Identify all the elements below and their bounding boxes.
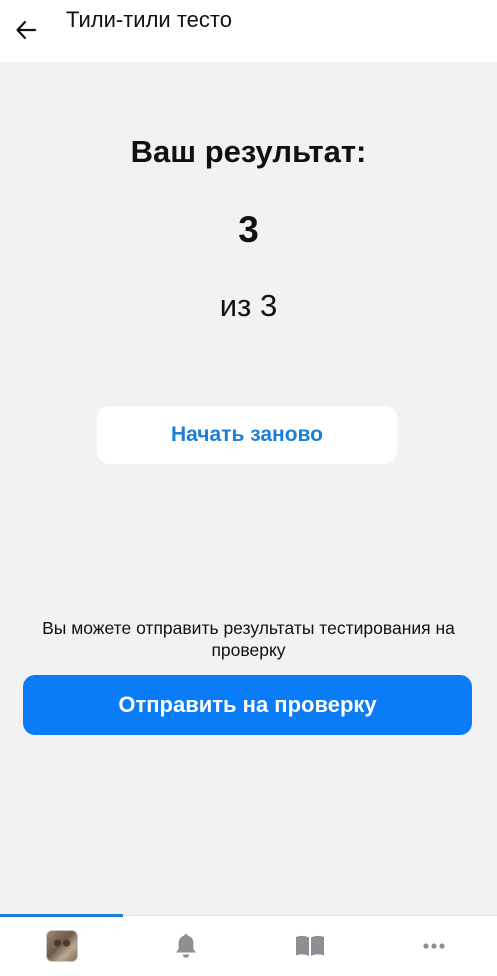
result-title: Ваш результат: bbox=[130, 134, 367, 169]
submit-info-text: Вы можете отправить результаты тестирова… bbox=[42, 618, 455, 660]
tab-more[interactable] bbox=[372, 916, 496, 976]
restart-button[interactable]: Начать заново bbox=[97, 406, 397, 464]
submit-for-review-button[interactable]: Отправить на проверку bbox=[23, 675, 472, 735]
bottom-tab-bar bbox=[0, 914, 497, 976]
score-total: из 3 bbox=[0, 286, 497, 326]
tab-notifications[interactable] bbox=[124, 916, 248, 976]
book-icon bbox=[296, 935, 324, 956]
more-icon bbox=[423, 943, 445, 949]
bell-icon bbox=[176, 934, 196, 958]
page-title: Тили-тили тесто bbox=[66, 7, 232, 32]
back-button[interactable] bbox=[8, 12, 44, 48]
score-value: 3 bbox=[238, 209, 259, 250]
tab-profile[interactable] bbox=[0, 916, 124, 976]
score-total-label: из 3 bbox=[219, 288, 278, 323]
app-header: Тили-тили тесто bbox=[0, 0, 497, 62]
tab-library[interactable] bbox=[248, 916, 372, 976]
arrow-left-icon bbox=[16, 20, 37, 40]
avatar-icon bbox=[46, 930, 78, 962]
